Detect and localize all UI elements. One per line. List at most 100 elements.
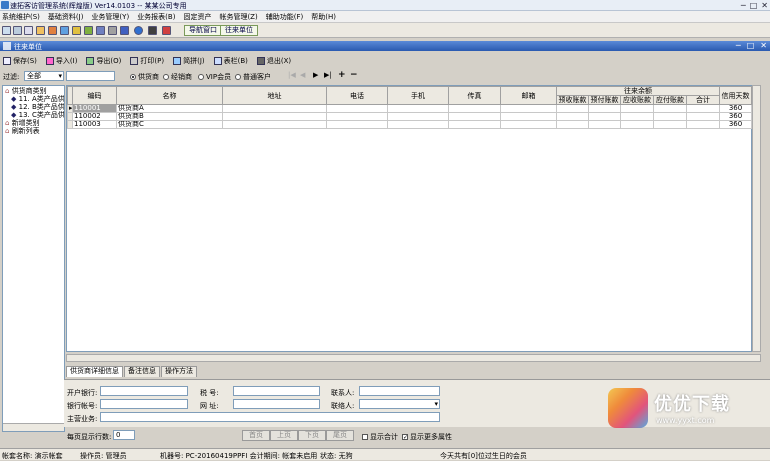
new-doc-icon[interactable] [2,26,11,35]
col-address[interactable]: 地址 [222,86,327,105]
mail-icon[interactable] [96,26,105,35]
grid-vscrollbar[interactable] [752,85,761,352]
save-icon[interactable] [120,26,129,35]
account-field[interactable] [100,399,188,409]
table-row[interactable]: 110002 供货商B 360 [67,112,753,121]
diamond-icon: ◆ [11,103,17,111]
taxno-field[interactable] [233,386,320,396]
col-mobile[interactable]: 手机 [387,86,449,105]
add-category-item[interactable]: ⌂ 新增类别 [5,119,62,127]
tab-howto[interactable]: 操作方法 [161,366,197,377]
window-title: 速拓客访管理系统(辉煌版) Ver14.0103 -- 某某公司专用 [10,2,187,10]
pinyin-button[interactable]: 简拼(J) [173,56,205,66]
tools-icon[interactable] [72,26,81,35]
users-icon[interactable] [60,26,69,35]
exit-icon[interactable] [148,26,157,35]
radio-customer[interactable]: 普通客户 [235,72,271,82]
col-advance-received[interactable]: 预收账款 [556,95,589,105]
child-minimize-icon[interactable]: ─ [736,41,741,50]
radio-supplier[interactable]: 供货商 [130,72,159,82]
url-field[interactable] [233,399,320,409]
print-button[interactable]: 打印(P) [130,56,164,66]
person-select[interactable]: ▾ [359,399,440,409]
menu-system[interactable]: 系统维护(S) [2,12,40,22]
last-page-button[interactable]: 尾页 [326,430,354,441]
list-icon[interactable] [13,26,22,35]
tree-item-b[interactable]: ◆ 12. B类产品供 [5,103,64,111]
printer-icon[interactable] [108,26,117,35]
maximize-icon[interactable]: □ [750,1,758,10]
title-bar: 速拓客访管理系统(辉煌版) Ver14.0103 -- 某某公司专用 ─ □ ✕ [0,0,770,11]
columns-button[interactable]: 表栏(B) [213,56,248,66]
prev-page-button[interactable]: 上页 [270,430,298,441]
edit-icon[interactable] [48,26,57,35]
tab-notes[interactable]: 备注信息 [124,366,160,377]
menu-fixed-assets[interactable]: 固定资产 [183,12,211,22]
first-page-button[interactable]: 首页 [242,430,270,441]
export-button[interactable]: 导出(O) [86,56,121,66]
menu-accounts[interactable]: 帐务管理(Z) [219,12,257,22]
col-receivable[interactable]: 应收账款 [620,95,654,105]
show-total-checkbox[interactable]: 显示合计 [362,432,398,442]
menu-basic-data[interactable]: 基础资料(J) [48,12,84,22]
col-credit-days[interactable]: 信用天数 [719,86,753,105]
next-page-button[interactable]: 下页 [298,430,326,441]
contact-field[interactable] [359,386,440,396]
window-icon[interactable] [24,26,33,35]
person-label: 联络人: [331,402,355,410]
power-icon[interactable] [162,26,171,35]
col-balance[interactable]: 往来余额 [555,86,721,96]
bank-field[interactable] [100,386,188,396]
add-icon[interactable]: + [338,70,346,80]
radio-vip[interactable]: VIP会员 [198,72,231,82]
refresh-list-item[interactable]: ⌂ 刷新列表 [5,127,62,135]
col-advance-paid[interactable]: 预付账款 [588,95,621,105]
child-close-icon[interactable]: ✕ [760,41,767,50]
tab-supplier-detail[interactable]: 供货商详细信息 [66,366,123,377]
table-row[interactable]: 110003 供货商C 360 [67,120,753,129]
col-total[interactable]: 合计 [685,95,721,105]
menu-assist[interactable]: 辅助功能(F) [266,12,304,22]
minimize-icon[interactable]: ─ [741,1,746,10]
close-icon[interactable]: ✕ [761,1,768,10]
next-icon[interactable]: ▶ [313,71,318,79]
bank-label: 开户银行: [67,389,98,397]
folder-icon[interactable] [36,26,45,35]
col-phone[interactable]: 电话 [326,86,388,105]
menu-help[interactable]: 帮助(H) [311,12,336,22]
nav-window-button[interactable]: 导航窗口 [184,25,222,36]
help-icon[interactable] [134,26,143,35]
calc-icon[interactable] [84,26,93,35]
col-fax[interactable]: 传真 [448,86,501,105]
grid-hscrollbar[interactable] [66,354,761,362]
tree-hscrollbar[interactable] [3,423,64,431]
tree-root[interactable]: ⌂ 供货商类别 [5,87,62,95]
diamond-icon: ◆ [11,95,17,103]
filter-select[interactable]: 全部 ▾ [24,71,64,81]
menu-business[interactable]: 业务管理(Y) [91,12,129,22]
rows-per-page-input[interactable]: 0 [113,430,135,440]
show-more-checkbox[interactable]: ✓ 显示更多属性 [402,432,452,442]
prev-icon[interactable]: ◀ [300,71,305,79]
col-email[interactable]: 邮箱 [500,86,557,105]
col-name[interactable]: 名称 [116,86,223,105]
tree-item-c[interactable]: ◆ 13. C类产品供 [5,111,64,119]
business-field[interactable] [100,412,440,422]
radio-distributor[interactable]: 经销商 [163,72,192,82]
col-code[interactable]: 编码 [72,86,117,105]
remove-icon[interactable]: − [350,70,358,80]
last-icon[interactable]: ▶| [324,71,332,79]
save-button[interactable]: 保存(S) [3,56,37,66]
tree-item-a[interactable]: ◆ 11. A类产品供 [5,95,64,103]
filter-search-input[interactable] [66,71,115,81]
exit-button[interactable]: 退出(X) [256,56,291,66]
contacts-button[interactable]: 往来单位 [220,25,258,36]
child-maximize-icon[interactable]: □ [747,41,755,50]
rows-per-page-label: 每页显示行数: [67,433,112,441]
first-icon[interactable]: |◀ [288,71,296,79]
table-row[interactable]: ▸ 110001 供货商A 360 [67,104,753,113]
menu-reports[interactable]: 业务报表(B) [137,12,175,22]
import-button[interactable]: 导入(I) [45,56,77,66]
chevron-down-icon: ▾ [58,72,62,80]
col-payable[interactable]: 应付账款 [653,95,687,105]
